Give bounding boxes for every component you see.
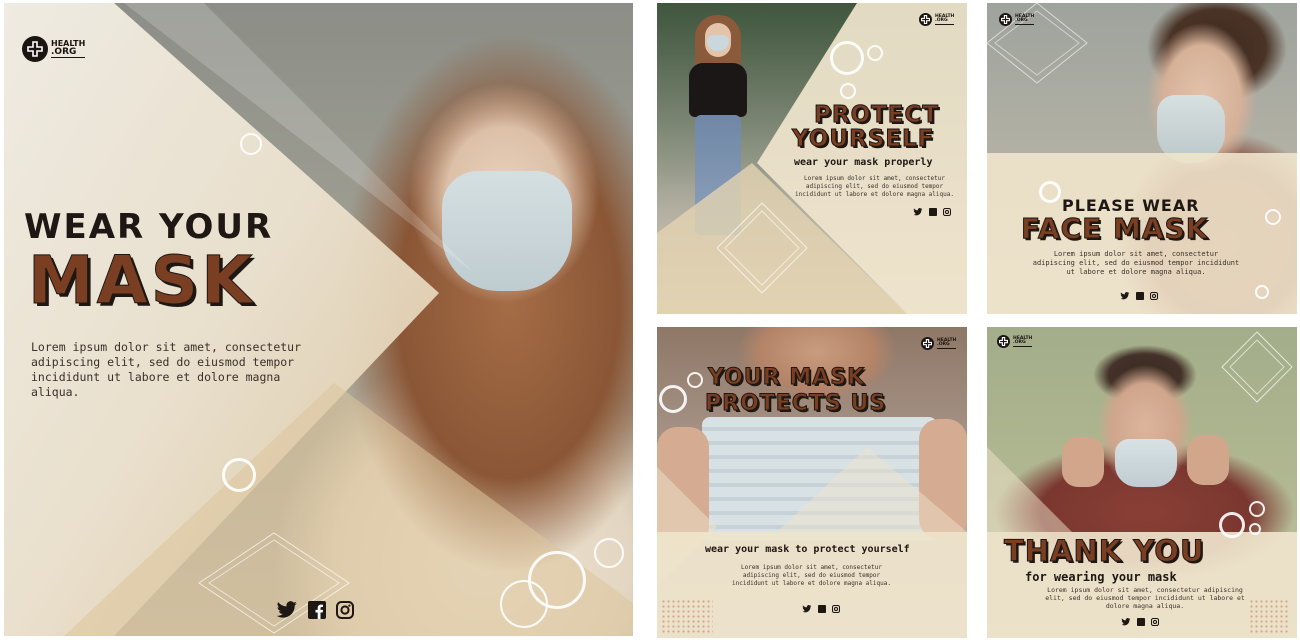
headline-line1: WEAR YOUR [24, 207, 274, 247]
headline: THANK YOU [1004, 534, 1205, 568]
subheadline: wear your mask to protect yourself [705, 544, 910, 555]
decor-ring [687, 372, 703, 388]
instagram-icon[interactable] [1151, 618, 1159, 626]
twitter-icon[interactable] [913, 208, 923, 216]
subheadline: wear your mask properly [794, 157, 933, 168]
headline-line2: PROTECTS US [704, 391, 887, 416]
headline-line2: YOURSELF [791, 126, 935, 152]
post-thank-you: HEALTH .ORG THANK YOU for wearing your m… [987, 327, 1297, 638]
health-org-logo: HEALTH .ORG [22, 36, 86, 62]
logo-line2: .ORG [51, 48, 86, 58]
logo-line2: .ORG [937, 342, 957, 349]
headline-line1: PROTECT [813, 102, 940, 128]
health-org-logo: HEALTH .ORG [999, 13, 1035, 26]
decor-ring [1039, 181, 1061, 203]
health-org-logo: HEALTH .ORG [919, 13, 955, 26]
facebook-icon[interactable] [1136, 292, 1144, 300]
decor-ring [840, 83, 856, 99]
health-org-logo: HEALTH .ORG [997, 335, 1033, 348]
beige-arrow-shape [4, 3, 633, 636]
post-wear-your-mask: HEALTH .ORG WEAR YOUR MASK Lorem ipsum d… [4, 3, 633, 636]
decor-ring [1255, 285, 1269, 299]
facebook-icon[interactable] [818, 605, 826, 613]
social-icons [802, 605, 840, 613]
twitter-icon[interactable] [1121, 618, 1131, 626]
health-org-logo: HEALTH .ORG [921, 337, 957, 350]
decor-ring [240, 133, 262, 155]
social-icons [1120, 292, 1158, 300]
decor-ring [830, 41, 864, 75]
twitter-icon[interactable] [276, 601, 298, 619]
cross-icon [999, 337, 1008, 346]
instagram-icon[interactable] [832, 605, 840, 613]
twitter-icon[interactable] [1120, 292, 1130, 300]
social-icons [913, 208, 951, 216]
decor-ring [1219, 512, 1245, 538]
instagram-icon[interactable] [336, 601, 354, 619]
social-icons [1121, 618, 1159, 626]
body-text: Lorem ipsum dolor sit amet, consectetur … [1045, 586, 1245, 610]
decor-ring [867, 45, 883, 61]
headline-line2: MASK [27, 242, 256, 319]
body-text: Lorem ipsum dolor sit amet, consectetur … [1032, 250, 1240, 276]
instagram-icon[interactable] [943, 208, 951, 216]
facebook-icon[interactable] [308, 601, 326, 619]
decor-ring [594, 538, 624, 568]
headline-line2: FACE MASK [1020, 212, 1209, 245]
social-icons [276, 601, 354, 619]
decor-ring [222, 458, 256, 492]
instagram-icon[interactable] [1150, 292, 1158, 300]
decor-ring [1265, 209, 1281, 225]
cross-icon [27, 41, 43, 57]
decor-ring [1249, 523, 1261, 535]
subheadline: for wearing your mask [1025, 570, 1177, 584]
post-protect-yourself: HEALTH .ORG PROTECT YOURSELF wear your m… [657, 3, 967, 314]
facebook-icon[interactable] [1137, 618, 1145, 626]
cross-icon [921, 15, 930, 24]
logo-line2: .ORG [1015, 18, 1035, 25]
post-protects-us: HEALTH .ORG YOUR MASK PROTECTS US wear y… [657, 327, 967, 638]
facebook-icon[interactable] [929, 208, 937, 216]
post-face-mask: HEALTH .ORG PLEASE WEAR FACE MASK Lorem … [987, 3, 1297, 314]
headline-line1: YOUR MASK [707, 365, 866, 390]
logo-line2: .ORG [1013, 340, 1033, 347]
decor-ring [1249, 501, 1265, 517]
decor-ring [659, 385, 687, 413]
body-text: Lorem ipsum dolor sit amet, consectetur … [732, 564, 891, 587]
cross-icon [1001, 15, 1010, 24]
twitter-icon[interactable] [802, 605, 812, 613]
logo-line2: .ORG [935, 18, 955, 25]
body-text: Lorem ipsum dolor sit amet, consectetur … [31, 340, 302, 399]
cross-icon [923, 339, 932, 348]
body-text: Lorem ipsum dolor sit amet, consectetur … [795, 175, 954, 198]
dot-grid [1249, 599, 1289, 633]
dot-grid [661, 599, 713, 633]
decor-ring [500, 580, 548, 628]
